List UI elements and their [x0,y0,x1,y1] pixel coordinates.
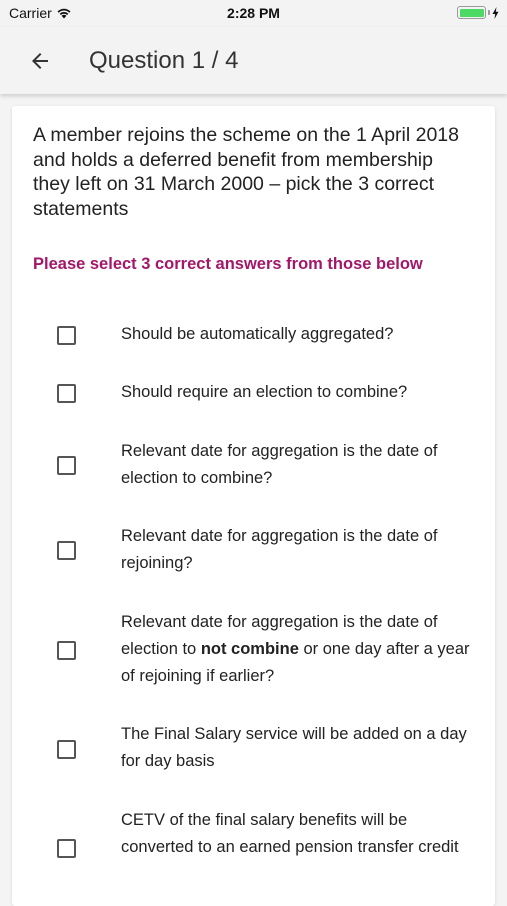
option-label: Should be automatically aggregated? [121,325,394,343]
option-label: Relevant date for aggregation is the dat… [121,442,438,487]
checkbox[interactable] [57,541,76,560]
option-label-emphasis: not combine [200,640,299,658]
option-label: The Final Salary service will be added o… [121,725,467,770]
option-label: Relevant date for aggregation is the dat… [121,609,471,690]
answer-option-1[interactable]: Should be automatically aggregated? [12,320,495,350]
answer-option-6[interactable]: The Final Salary service will be added o… [12,720,495,776]
question-instruction: Please select 3 correct answers from tho… [33,255,423,273]
back-button[interactable] [17,38,63,84]
question-card: A member rejoins the scheme on the 1 Apr… [12,106,495,906]
answer-option-2[interactable]: Should require an election to combine? [12,378,495,408]
checkbox[interactable] [57,641,76,660]
checkbox[interactable] [57,839,76,858]
checkbox[interactable] [57,456,76,475]
app-header: Question 1 / 4 [0,27,507,94]
answer-option-5[interactable]: Relevant date for aggregation is the dat… [12,608,495,692]
checkbox[interactable] [57,740,76,759]
battery-fill [459,8,484,17]
page-title: Question 1 / 4 [89,46,239,74]
question-text: A member rejoins the scheme on the 1 Apr… [33,124,459,220]
arrow-left-icon [32,52,48,69]
option-label: CETV of the final salary benefits will b… [121,811,459,856]
answer-option-3[interactable]: Relevant date for aggregation is the dat… [12,437,495,493]
option-label: Relevant date for aggregation is the dat… [121,527,438,572]
option-label: Should require an election to combine? [121,383,408,401]
charging-bolt-icon [492,6,499,19]
status-time: 2:28 PM [227,5,280,21]
status-bar: Carrier 2:28 PM [0,0,507,27]
answer-option-7[interactable]: CETV of the final salary benefits will b… [12,806,495,890]
checkbox[interactable] [57,326,76,345]
checkbox[interactable] [57,384,76,403]
answer-option-4[interactable]: Relevant date for aggregation is the dat… [12,522,495,578]
battery-icon [457,6,499,19]
